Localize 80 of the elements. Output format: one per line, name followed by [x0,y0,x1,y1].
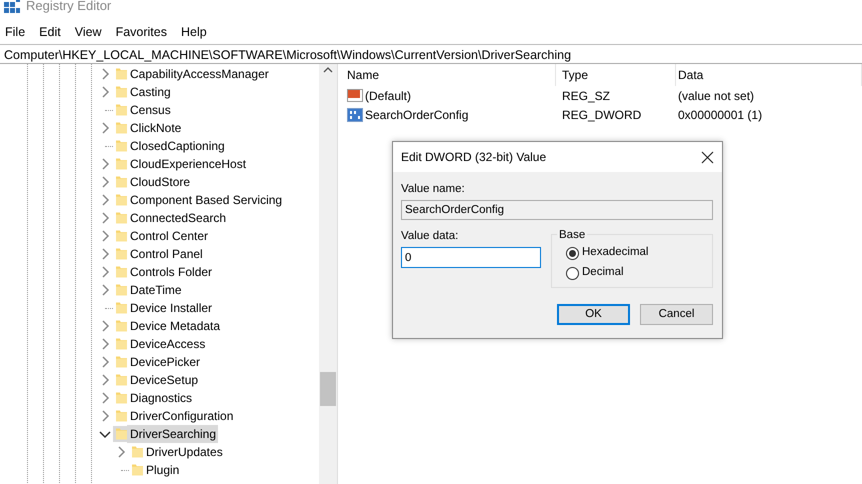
folder-icon [129,444,143,460]
menu-item[interactable]: Edit [34,22,67,42]
folder-icon [113,408,127,424]
column-header[interactable]: Type [556,64,676,86]
value-name[interactable]: (Default) [365,86,412,104]
folder-icon [113,192,127,208]
folder-icon [113,336,127,352]
menu-item[interactable]: Help [176,22,213,42]
folder-icon [113,390,127,406]
tree-item[interactable]: ClickNote [127,119,184,137]
value-data: 0x00000001 (1) [677,106,764,124]
dialog-button[interactable]: Cancel [640,304,713,325]
folder-icon [113,264,127,280]
dialog-button[interactable]: OK [557,304,630,325]
tree-item[interactable]: Casting [127,83,173,101]
folder-icon [113,426,127,442]
radio-button[interactable] [566,266,579,280]
folder-icon [113,156,127,172]
tree-item[interactable]: Device Installer [127,299,214,317]
tree-item[interactable]: Control Center [127,227,210,245]
folder-icon [113,372,127,388]
folder-icon [113,138,127,154]
string-value-icon [347,88,363,104]
value-type: REG_DWORD [561,106,642,124]
folder-icon [113,66,127,82]
folder-icon [113,282,127,298]
folder-icon [113,120,127,136]
scroll-thumb[interactable] [320,372,336,406]
value-type: REG_SZ [561,88,612,104]
tree-item[interactable]: DeviceAccess [127,335,208,353]
folder-icon [113,246,127,262]
value-data: (value not set) [677,88,756,104]
folder-icon [113,354,127,370]
tree-item[interactable]: Controls Folder [127,263,214,281]
folder-icon [113,174,127,190]
tree-item[interactable]: Component Based Servicing [127,191,284,209]
tree-item[interactable]: DriverSearching [127,425,218,443]
tree-item[interactable]: DriverConfiguration [127,407,236,425]
folder-icon [129,462,143,478]
scroll-up-icon[interactable] [323,66,333,74]
scrollbar[interactable] [319,64,337,484]
value-data-field[interactable]: 0 [401,247,541,268]
tree-item[interactable]: CapabilityAccessManager [127,65,271,83]
dialog-title: Edit DWORD (32-bit) Value [401,149,546,166]
radio-label[interactable]: Hexadecimal [582,244,648,262]
radio-button[interactable] [566,246,579,260]
menu-item[interactable]: File [0,22,32,42]
folder-icon [113,228,127,244]
tree-item[interactable]: ClosedCaptioning [127,137,227,155]
tree-item[interactable]: Plugin [143,461,182,479]
field-label: Value name: [401,182,466,196]
folder-icon [113,84,127,100]
binary-value-icon [347,106,363,122]
menu-item[interactable]: Favorites [110,22,173,42]
tree-item[interactable]: ConnectedSearch [127,209,228,227]
tree-item[interactable]: Device Metadata [127,317,222,335]
field-label: Value data: [401,229,460,243]
column-header[interactable]: Data [676,64,862,86]
close-icon[interactable] [701,150,714,164]
tree-item[interactable]: DevicePicker [127,353,202,371]
folder-icon [113,300,127,316]
tree-item[interactable]: Diagnostics [127,389,194,407]
value-name-field[interactable]: SearchOrderConfig [401,200,713,220]
tree-item[interactable]: DateTime [127,281,184,299]
folder-icon [113,102,127,118]
window-title: Registry Editor [26,0,112,16]
tree-item[interactable]: CloudStore [127,173,192,191]
tree-item[interactable]: Control Panel [127,245,205,263]
tree-item[interactable]: DriverUpdates [143,443,225,461]
folder-icon [113,210,127,226]
app-icon [4,0,20,14]
tree-item[interactable]: DeviceSetup [127,371,200,389]
folder-icon [113,318,127,334]
value-name[interactable]: SearchOrderConfig [365,106,468,124]
tree-item[interactable]: Census [127,101,173,119]
tree-item[interactable]: CloudExperienceHost [127,155,248,173]
address-bar[interactable]: Computer\HKEY_LOCAL_MACHINE\SOFTWARE\Microsoft\Windows\CurrentVersion\DriverSearching [0,44,862,64]
radio-label[interactable]: Decimal [582,264,624,282]
column-header[interactable]: Name [341,64,556,86]
menu-item[interactable]: View [70,22,108,42]
